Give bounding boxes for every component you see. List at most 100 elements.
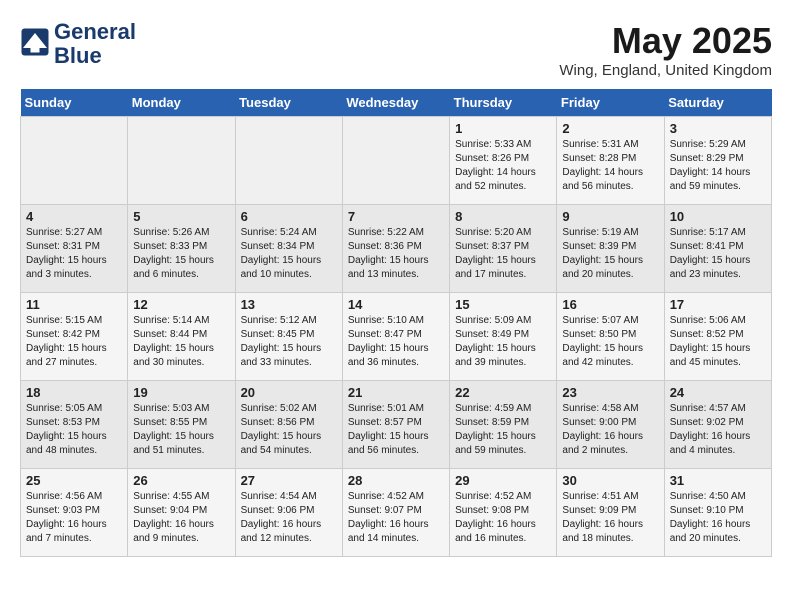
weekday-header: Monday <box>128 89 235 117</box>
calendar-cell <box>235 117 342 205</box>
day-number: 5 <box>133 209 229 224</box>
calendar-cell: 23 Sunrise: 4:58 AM Sunset: 9:00 PM Dayli… <box>557 381 664 469</box>
day-info: Sunrise: 5:01 AM Sunset: 8:57 PM Dayligh… <box>348 402 444 458</box>
calendar-cell: 25 Sunrise: 4:56 AM Sunset: 9:03 PM Dayli… <box>21 469 128 557</box>
day-info: Sunrise: 5:29 AM Sunset: 8:29 PM Dayligh… <box>670 138 766 194</box>
day-number: 12 <box>133 297 229 312</box>
calendar-cell: 30 Sunrise: 4:51 AM Sunset: 9:09 PM Dayli… <box>557 469 664 557</box>
calendar-cell: 19 Sunrise: 5:03 AM Sunset: 8:55 PM Dayli… <box>128 381 235 469</box>
day-info: Sunrise: 5:06 AM Sunset: 8:52 PM Dayligh… <box>670 314 766 370</box>
calendar-cell: 22 Sunrise: 4:59 AM Sunset: 8:59 PM Dayli… <box>450 381 557 469</box>
calendar-cell: 15 Sunrise: 5:09 AM Sunset: 8:49 PM Dayli… <box>450 293 557 381</box>
logo-line2: Blue <box>54 44 136 68</box>
calendar-cell: 9 Sunrise: 5:19 AM Sunset: 8:39 PM Daylig… <box>557 205 664 293</box>
day-info: Sunrise: 5:15 AM Sunset: 8:42 PM Dayligh… <box>26 314 122 370</box>
day-info: Sunrise: 4:54 AM Sunset: 9:06 PM Dayligh… <box>241 490 337 546</box>
calendar-cell <box>128 117 235 205</box>
day-info: Sunrise: 5:03 AM Sunset: 8:55 PM Dayligh… <box>133 402 229 458</box>
day-info: Sunrise: 5:27 AM Sunset: 8:31 PM Dayligh… <box>26 226 122 282</box>
day-number: 23 <box>562 385 658 400</box>
day-number: 11 <box>26 297 122 312</box>
calendar-cell: 28 Sunrise: 4:52 AM Sunset: 9:07 PM Dayli… <box>342 469 449 557</box>
day-number: 31 <box>670 473 766 488</box>
day-number: 1 <box>455 121 551 136</box>
day-info: Sunrise: 5:24 AM Sunset: 8:34 PM Dayligh… <box>241 226 337 282</box>
calendar-cell: 10Sunrise: 5:17 AM Sunset: 8:41 PM Dayli… <box>664 205 771 293</box>
day-info: Sunrise: 5:31 AM Sunset: 8:28 PM Dayligh… <box>562 138 658 194</box>
day-number: 3 <box>670 121 766 136</box>
day-number: 30 <box>562 473 658 488</box>
day-number: 24 <box>670 385 766 400</box>
day-info: Sunrise: 4:50 AM Sunset: 9:10 PM Dayligh… <box>670 490 766 546</box>
calendar-week-row: 4Sunrise: 5:27 AM Sunset: 8:31 PM Daylig… <box>21 205 772 293</box>
logo-line1: General <box>54 20 136 44</box>
day-info: Sunrise: 5:05 AM Sunset: 8:53 PM Dayligh… <box>26 402 122 458</box>
calendar-cell: 7 Sunrise: 5:22 AM Sunset: 8:36 PM Daylig… <box>342 205 449 293</box>
day-number: 9 <box>562 209 658 224</box>
day-number: 8 <box>455 209 551 224</box>
day-info: Sunrise: 5:22 AM Sunset: 8:36 PM Dayligh… <box>348 226 444 282</box>
calendar-cell <box>342 117 449 205</box>
day-number: 27 <box>241 473 337 488</box>
day-info: Sunrise: 4:59 AM Sunset: 8:59 PM Dayligh… <box>455 402 551 458</box>
calendar-cell: 8 Sunrise: 5:20 AM Sunset: 8:37 PM Daylig… <box>450 205 557 293</box>
day-info: Sunrise: 4:56 AM Sunset: 9:03 PM Dayligh… <box>26 490 122 546</box>
logo: General Blue <box>20 20 136 68</box>
day-info: Sunrise: 5:07 AM Sunset: 8:50 PM Dayligh… <box>562 314 658 370</box>
day-info: Sunrise: 5:26 AM Sunset: 8:33 PM Dayligh… <box>133 226 229 282</box>
day-number: 25 <box>26 473 122 488</box>
calendar-cell: 26 Sunrise: 4:55 AM Sunset: 9:04 PM Dayli… <box>128 469 235 557</box>
day-info: Sunrise: 5:19 AM Sunset: 8:39 PM Dayligh… <box>562 226 658 282</box>
calendar-cell: 31 Sunrise: 4:50 AM Sunset: 9:10 PM Dayli… <box>664 469 771 557</box>
calendar-cell: 2Sunrise: 5:31 AM Sunset: 8:28 PM Daylig… <box>557 117 664 205</box>
day-info: Sunrise: 4:52 AM Sunset: 9:07 PM Dayligh… <box>348 490 444 546</box>
day-number: 16 <box>562 297 658 312</box>
day-info: Sunrise: 4:52 AM Sunset: 9:08 PM Dayligh… <box>455 490 551 546</box>
day-info: Sunrise: 4:55 AM Sunset: 9:04 PM Dayligh… <box>133 490 229 546</box>
title-block: May 2025 Wing, England, United Kingdom <box>559 20 772 79</box>
day-info: Sunrise: 5:14 AM Sunset: 8:44 PM Dayligh… <box>133 314 229 370</box>
calendar-table: SundayMondayTuesdayWednesdayThursdayFrid… <box>20 89 772 557</box>
weekday-header: Thursday <box>450 89 557 117</box>
month-title: May 2025 <box>559 20 772 62</box>
day-number: 19 <box>133 385 229 400</box>
calendar-cell: 21 Sunrise: 5:01 AM Sunset: 8:57 PM Dayli… <box>342 381 449 469</box>
day-info: Sunrise: 5:09 AM Sunset: 8:49 PM Dayligh… <box>455 314 551 370</box>
calendar-cell: 24 Sunrise: 4:57 AM Sunset: 9:02 PM Dayli… <box>664 381 771 469</box>
day-info: Sunrise: 5:02 AM Sunset: 8:56 PM Dayligh… <box>241 402 337 458</box>
calendar-cell: 4Sunrise: 5:27 AM Sunset: 8:31 PM Daylig… <box>21 205 128 293</box>
day-number: 26 <box>133 473 229 488</box>
day-number: 18 <box>26 385 122 400</box>
day-number: 13 <box>241 297 337 312</box>
day-number: 21 <box>348 385 444 400</box>
day-number: 17 <box>670 297 766 312</box>
calendar-cell: 16 Sunrise: 5:07 AM Sunset: 8:50 PM Dayli… <box>557 293 664 381</box>
day-number: 22 <box>455 385 551 400</box>
weekday-header: Wednesday <box>342 89 449 117</box>
day-number: 15 <box>455 297 551 312</box>
day-number: 6 <box>241 209 337 224</box>
calendar-week-row: 11 Sunrise: 5:15 AM Sunset: 8:42 PM Dayli… <box>21 293 772 381</box>
logo-text: General Blue <box>54 20 136 68</box>
calendar-cell: 5 Sunrise: 5:26 AM Sunset: 8:33 PM Daylig… <box>128 205 235 293</box>
calendar-cell: 12 Sunrise: 5:14 AM Sunset: 8:44 PM Dayli… <box>128 293 235 381</box>
day-number: 28 <box>348 473 444 488</box>
calendar-cell: 13 Sunrise: 5:12 AM Sunset: 8:45 PM Dayli… <box>235 293 342 381</box>
calendar-cell: 29 Sunrise: 4:52 AM Sunset: 9:08 PM Dayli… <box>450 469 557 557</box>
calendar-header-row: SundayMondayTuesdayWednesdayThursdayFrid… <box>21 89 772 117</box>
calendar-cell: 17 Sunrise: 5:06 AM Sunset: 8:52 PM Dayli… <box>664 293 771 381</box>
page-header: General Blue May 2025 Wing, England, Uni… <box>20 20 772 79</box>
day-info: Sunrise: 5:12 AM Sunset: 8:45 PM Dayligh… <box>241 314 337 370</box>
calendar-week-row: 18 Sunrise: 5:05 AM Sunset: 8:53 PM Dayli… <box>21 381 772 469</box>
day-info: Sunrise: 5:20 AM Sunset: 8:37 PM Dayligh… <box>455 226 551 282</box>
weekday-header: Friday <box>557 89 664 117</box>
day-number: 14 <box>348 297 444 312</box>
logo-icon <box>20 27 50 57</box>
day-number: 7 <box>348 209 444 224</box>
day-info: Sunrise: 4:51 AM Sunset: 9:09 PM Dayligh… <box>562 490 658 546</box>
day-info: Sunrise: 4:58 AM Sunset: 9:00 PM Dayligh… <box>562 402 658 458</box>
day-info: Sunrise: 4:57 AM Sunset: 9:02 PM Dayligh… <box>670 402 766 458</box>
calendar-cell: 3 Sunrise: 5:29 AM Sunset: 8:29 PM Daylig… <box>664 117 771 205</box>
calendar-cell: 18 Sunrise: 5:05 AM Sunset: 8:53 PM Dayli… <box>21 381 128 469</box>
day-number: 29 <box>455 473 551 488</box>
